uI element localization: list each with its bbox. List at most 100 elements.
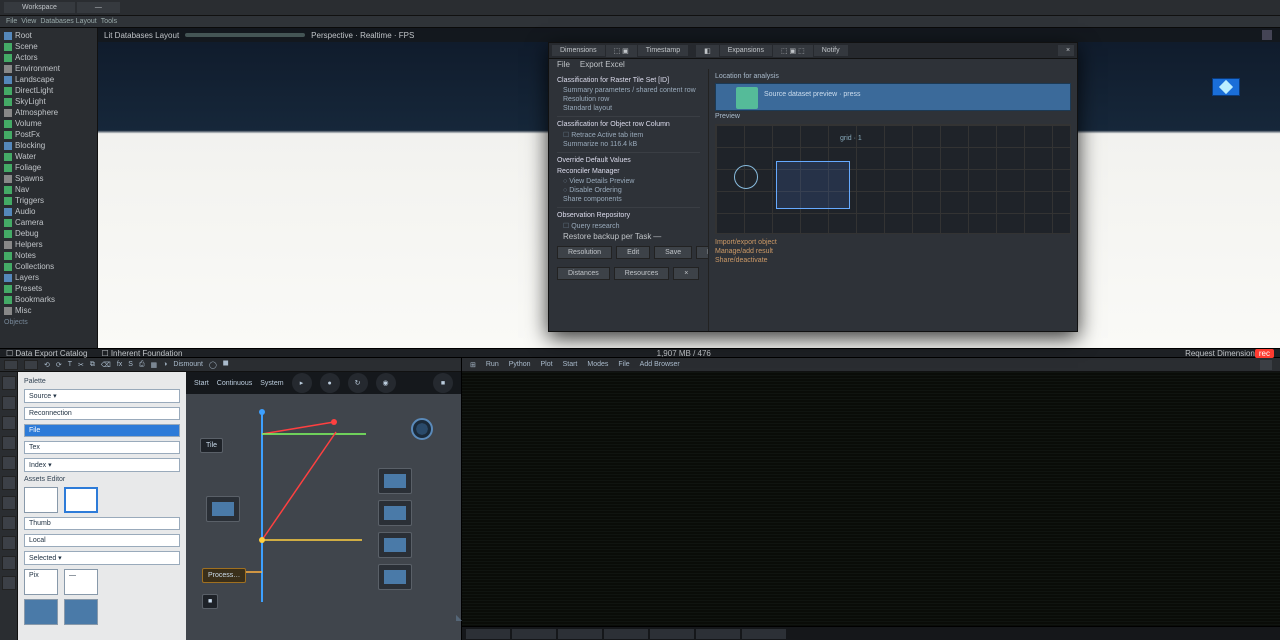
pal-combo[interactable]: Source ▾ (24, 389, 180, 403)
tool-icon[interactable] (2, 416, 16, 430)
tb-lab[interactable]: ◯ (209, 361, 217, 369)
tree-node[interactable]: Blocking (0, 140, 97, 151)
node-process[interactable]: Process… (202, 568, 246, 583)
dlg-tab[interactable]: ⬚ ▣ (606, 45, 637, 57)
tree-node[interactable]: Root (0, 30, 97, 41)
task-item[interactable] (466, 629, 510, 639)
viewport-3d[interactable]: Lit Databases Layout Perspective · Realt… (98, 28, 1280, 348)
list-item[interactable]: Manage/add result (715, 247, 1071, 256)
dlg-close-button[interactable]: × (673, 267, 699, 280)
node-box[interactable] (378, 532, 412, 558)
con-tab[interactable]: Start (563, 361, 578, 368)
node-box[interactable] (378, 564, 412, 590)
pal-chip[interactable]: Pix (24, 569, 58, 595)
opt-check[interactable]: Retrace Active tab item (557, 130, 700, 140)
tb-btn[interactable] (24, 360, 38, 370)
tree-node[interactable]: Layers (0, 272, 97, 283)
tree-node[interactable]: Collections (0, 261, 97, 272)
con-tab[interactable]: ⊞ (470, 361, 476, 369)
tb-lab[interactable]: ✂ (78, 361, 84, 369)
ribbon-file[interactable]: File (6, 18, 17, 25)
task-item[interactable] (650, 629, 694, 639)
title-tab-2[interactable]: — (77, 2, 120, 13)
task-item[interactable] (742, 629, 786, 639)
opt-line[interactable]: Resolution row (557, 95, 700, 104)
node-out[interactable]: ■ (202, 594, 218, 609)
tb-lab[interactable]: ▦ (151, 361, 158, 369)
tb-lab[interactable]: ⌫ (101, 361, 111, 369)
tree-node[interactable]: Misc (0, 305, 97, 316)
tree-node[interactable]: Bookmarks (0, 294, 97, 305)
preview-grid[interactable]: grid · 1 (715, 124, 1071, 234)
pal-chip[interactable]: — (64, 569, 98, 595)
tool-icon[interactable] (2, 476, 16, 490)
grid-selection[interactable] (776, 161, 850, 209)
task-item[interactable] (512, 629, 556, 639)
tool-icon[interactable] (2, 516, 16, 530)
tree-node[interactable]: Environment (0, 63, 97, 74)
tb-lab[interactable]: ⧉ (90, 361, 95, 369)
tree-node[interactable]: Water (0, 151, 97, 162)
task-item[interactable] (604, 629, 648, 639)
pal-field[interactable]: Local (24, 534, 180, 547)
opt-line[interactable]: Standard layout (557, 104, 700, 113)
tree-node[interactable]: Scene (0, 41, 97, 52)
ribbon-view[interactable]: View (21, 18, 36, 25)
tree-node[interactable]: Notes (0, 250, 97, 261)
tb-lab[interactable]: ⟳ (56, 361, 62, 369)
tree-node[interactable]: Actors (0, 52, 97, 63)
tb-lab[interactable]: ⟲ (44, 361, 50, 369)
tree-node[interactable]: Presets (0, 283, 97, 294)
tool-icon[interactable] (2, 496, 16, 510)
status-item[interactable]: ☐ Inherent Foundation (101, 349, 182, 358)
scroll-handle-icon[interactable]: ◣ (456, 613, 462, 622)
viewport-mode[interactable]: Lit Databases Layout (104, 31, 179, 40)
con-tab[interactable]: Plot (541, 361, 553, 368)
console-output[interactable]: ◣ (462, 372, 1280, 626)
tree-node[interactable]: SkyLight (0, 96, 97, 107)
list-item[interactable]: Import/export object (715, 238, 1071, 247)
tree-node[interactable]: Foliage (0, 162, 97, 173)
con-tab[interactable]: Run (486, 361, 499, 368)
tree-node[interactable]: Landscape (0, 74, 97, 85)
tool-icon[interactable] (2, 456, 16, 470)
dlg-sub[interactable]: Export Excel (580, 60, 625, 69)
resources-button[interactable]: Resources (614, 267, 669, 280)
preview-band[interactable]: Source dataset preview · press (715, 83, 1071, 111)
tb-lab[interactable]: Dismount (173, 361, 203, 368)
tree-node[interactable]: Debug (0, 228, 97, 239)
pal-field[interactable]: Tex (24, 441, 180, 454)
task-item[interactable] (696, 629, 740, 639)
opt-check[interactable]: Query research (557, 221, 700, 231)
tb-lab[interactable]: S (128, 361, 133, 368)
node-box[interactable] (378, 500, 412, 526)
end-button[interactable]: End (696, 246, 709, 259)
edit-button[interactable]: Edit (616, 246, 650, 259)
con-tab[interactable]: Add Browser (640, 361, 680, 368)
ribbon-tools[interactable]: Tools (101, 18, 117, 25)
title-tab-1[interactable]: Workspace (4, 2, 75, 13)
tree-node[interactable]: Audio (0, 206, 97, 217)
tb-lab[interactable]: ⯀ (223, 361, 229, 369)
outliner-tree[interactable]: Root Scene Actors Environment Landscape … (0, 28, 98, 348)
tree-node[interactable]: Triggers (0, 195, 97, 206)
dlg-tab[interactable]: Dimensions (552, 45, 605, 56)
tree-node[interactable]: Nav (0, 184, 97, 195)
dlg-sub[interactable]: File (557, 60, 570, 69)
con-tab[interactable]: Modes (587, 361, 608, 368)
viewport-slider[interactable] (185, 33, 305, 37)
dlg-tab[interactable]: ◧ (696, 45, 719, 57)
tree-node[interactable]: PostFx (0, 129, 97, 140)
status-item[interactable]: Request Dimension (1185, 349, 1255, 358)
list-item[interactable]: Share/deactivate (715, 256, 1071, 265)
tb-lab[interactable]: T (68, 361, 72, 368)
tool-icon[interactable] (2, 396, 16, 410)
distances-button[interactable]: Distances (557, 267, 610, 280)
dlg-tab[interactable]: Expansions (720, 45, 772, 56)
ribbon-layout[interactable]: Databases Layout (40, 18, 96, 25)
block-canvas[interactable]: Start Continuous System ▸ ● ↻ ◉ ■ (186, 372, 461, 640)
save-button[interactable]: Save (654, 246, 692, 259)
tb-btn[interactable] (4, 360, 18, 370)
task-item[interactable] (558, 629, 602, 639)
collapse-icon[interactable] (1260, 360, 1272, 370)
